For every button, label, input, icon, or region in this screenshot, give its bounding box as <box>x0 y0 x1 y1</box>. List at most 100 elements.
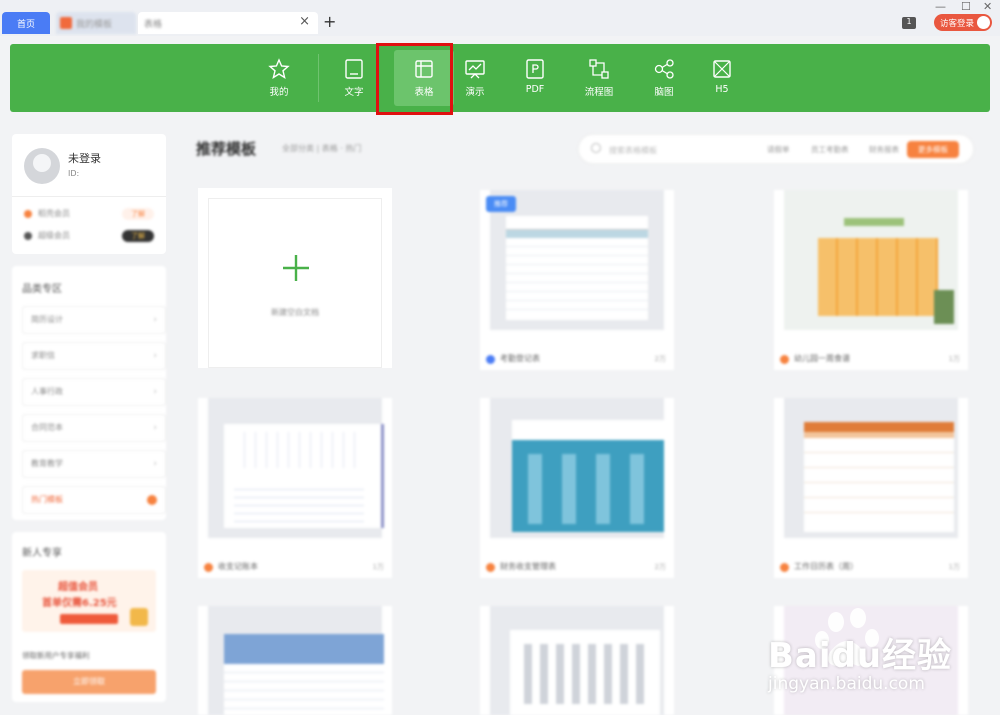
template-tile[interactable]: 推荐 考勤登记表 2万 <box>480 190 674 370</box>
super-member-tag[interactable]: 了解 <box>122 230 154 242</box>
membership-row[interactable]: 超级会员 <box>24 230 70 241</box>
close-window-button[interactable]: ✕ <box>983 0 992 13</box>
template-footer: 考勤登记表 2万 <box>480 348 674 370</box>
notification-badge[interactable]: 1 <box>902 17 916 29</box>
login-button[interactable]: 访客登录 <box>934 14 992 31</box>
plant-decoration <box>934 290 954 324</box>
category-item[interactable]: 求职信 › <box>22 342 166 370</box>
tool-mindmap[interactable]: 脑图 <box>634 50 694 106</box>
avatar[interactable] <box>24 148 60 184</box>
template-search[interactable]: 搜索表格模板 请假单 员工考勤表 财务报表 更多模板 <box>578 134 974 164</box>
category-item[interactable]: 合同范本 › <box>22 414 166 442</box>
template-type-icon <box>486 355 495 364</box>
template-tile[interactable]: 幼儿园一周食谱 1万 <box>774 190 968 370</box>
maximize-button[interactable]: ☐ <box>961 0 971 13</box>
tool-label: 演示 <box>465 87 485 98</box>
category-label: 简历设计 <box>31 315 63 324</box>
download-count: 2万 <box>654 355 666 363</box>
tab-my-templates[interactable]: 我的模板 <box>56 12 136 34</box>
category-item[interactable]: 人事行政 › <box>22 378 166 406</box>
tool-presentation[interactable]: 演示 <box>445 50 505 106</box>
tab-label: 我的模板 <box>76 19 113 30</box>
close-tab-icon[interactable]: × <box>299 14 310 29</box>
user-id: ID: <box>68 169 80 178</box>
category-title: 品类专区 <box>22 284 62 295</box>
section-title: 推荐模板 <box>196 140 257 158</box>
promo-banner[interactable]: 超值会员 首单仅需6.25元 <box>22 570 156 632</box>
template-thumbnail <box>490 398 664 538</box>
promo-card: 新人专享 超值会员 首单仅需6.25元 领取新用户专享福利 立即领取 <box>12 532 166 702</box>
template-type-icon <box>780 563 789 572</box>
membership-row[interactable]: 稻壳会员 <box>24 208 70 219</box>
category-toolbar: 我的 文字 表格 演示 PDF 流程图 脑图 H5 <box>10 44 990 112</box>
template-type-icon <box>204 563 213 572</box>
tool-flowchart[interactable]: 流程图 <box>569 50 629 106</box>
download-count: 1万 <box>372 563 384 571</box>
template-type-icon <box>780 355 789 364</box>
template-tile[interactable]: 工作日历表（周） 1万 <box>774 398 968 578</box>
user-name[interactable]: 未登录 <box>68 150 101 166</box>
gift-icon <box>130 608 148 626</box>
template-tile[interactable] <box>198 606 392 715</box>
more-templates-button[interactable]: 更多模板 <box>907 141 959 158</box>
menu-preview <box>818 238 938 316</box>
promo-banner-button <box>60 614 118 624</box>
template-title: 工作日历表（周） <box>794 562 858 571</box>
flowchart-icon <box>589 59 609 79</box>
search-input[interactable]: 搜索表格模板 <box>609 145 657 156</box>
tab-spreadsheet[interactable]: 表格 × <box>138 12 318 34</box>
chevron-right-icon: › <box>153 351 157 361</box>
chevron-right-icon: › <box>153 459 157 469</box>
template-preview <box>224 634 384 715</box>
chevron-right-icon: › <box>153 423 157 433</box>
new-blank-tile[interactable]: 新建空白文档 <box>198 188 392 368</box>
baidu-jingyan-watermark: Baidu经验 jingyan.baidu.com <box>768 608 988 703</box>
template-tile[interactable] <box>480 606 674 715</box>
template-title: 幼儿园一周食谱 <box>794 354 850 363</box>
tool-writer[interactable]: 文字 <box>324 50 384 106</box>
category-item[interactable]: 教育教学 › <box>22 450 166 478</box>
title-bar: 首页 我的模板 表格 × + — ☐ ✕ 1 访客登录 <box>0 0 1000 36</box>
tab-home[interactable]: 首页 <box>2 12 50 34</box>
download-count: 1万 <box>948 563 960 571</box>
template-thumbnail <box>784 398 958 538</box>
template-title: 收支记账本 <box>218 562 258 571</box>
tool-label: 文字 <box>344 87 364 98</box>
new-tab-button[interactable]: + <box>323 12 336 31</box>
tool-pdf[interactable]: PDF <box>505 50 565 106</box>
tab-home-label: 首页 <box>16 19 35 30</box>
tool-h5[interactable]: H5 <box>692 50 752 106</box>
promo-claim-button[interactable]: 立即领取 <box>22 670 156 694</box>
member-label: 稻壳会员 <box>38 209 70 218</box>
member-icon <box>24 209 32 218</box>
template-footer: 幼儿园一周食谱 1万 <box>774 348 968 370</box>
member-tag[interactable]: 了解 <box>122 208 154 220</box>
watermark-brand: Baidu经验 <box>768 636 953 676</box>
hot-icon <box>147 495 157 505</box>
download-count: 1万 <box>948 355 960 363</box>
search-chip[interactable]: 财务报表 <box>869 144 899 155</box>
member-label: 超级会员 <box>38 231 70 240</box>
category-item[interactable]: 简历设计 › <box>22 306 166 334</box>
template-tile[interactable]: 财务收支管理表 2万 <box>480 398 674 578</box>
divider <box>12 196 166 197</box>
template-title: 财务收支管理表 <box>500 562 556 571</box>
calendar-preview <box>804 422 954 532</box>
search-chip[interactable]: 员工考勤表 <box>811 144 849 155</box>
tool-mine[interactable]: 我的 <box>249 50 309 106</box>
chevron-right-icon: › <box>153 387 157 397</box>
template-thumbnail <box>784 190 958 330</box>
template-tile[interactable]: 收支记账本 1万 <box>198 398 392 578</box>
promo-price: 首单仅需6.25元 <box>42 598 117 609</box>
presentation-icon <box>465 60 485 79</box>
category-item-hot[interactable]: 热门模板 <box>22 486 166 514</box>
template-footer: 工作日历表（周） 1万 <box>774 556 968 578</box>
search-chip[interactable]: 请假单 <box>767 144 790 155</box>
minimize-button[interactable]: — <box>935 0 946 13</box>
plus-icon <box>283 255 309 281</box>
category-label: 求职信 <box>31 351 55 360</box>
tool-label: PDF <box>525 84 545 95</box>
section-subtitle[interactable]: 全部分类 | 表格 · 热门 <box>282 143 361 154</box>
category-card: 品类专区 简历设计 › 求职信 › 人事行政 › 合同范本 › 教育教学 › 热门模板 <box>12 266 166 520</box>
finance-preview <box>512 420 664 532</box>
